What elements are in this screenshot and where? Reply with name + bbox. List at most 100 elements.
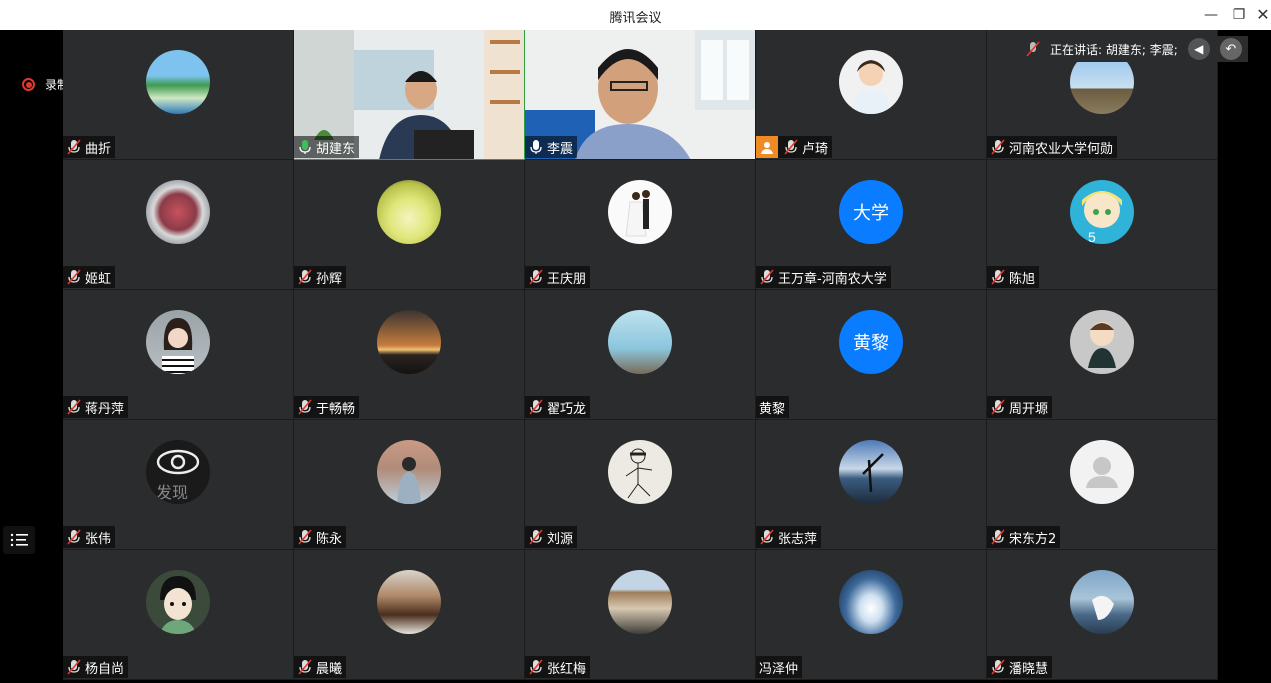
name-tag: 潘晓慧: [987, 656, 1053, 678]
mic-muted-icon[interactable]: [783, 139, 799, 155]
participant-tile[interactable]: 刘源: [525, 420, 756, 550]
participant-tile[interactable]: 曲折: [63, 30, 294, 160]
participant-name: 陈旭: [1009, 271, 1036, 287]
participant-tile[interactable]: 翟巧龙: [525, 290, 756, 420]
mic-on-icon[interactable]: [297, 139, 313, 155]
avatar: [608, 570, 672, 634]
mic-muted-icon: [1026, 41, 1040, 57]
mic-muted-icon[interactable]: [66, 399, 82, 415]
participant-tile[interactable]: 于畅畅: [294, 290, 525, 420]
participant-name: 姬虹: [85, 271, 112, 287]
participant-tile[interactable]: 张红梅: [525, 550, 756, 680]
mic-muted-icon[interactable]: [759, 269, 775, 285]
participant-tile[interactable]: 王庆朋: [525, 160, 756, 290]
avatar: [1070, 310, 1134, 374]
participant-tile[interactable]: 陈永: [294, 420, 525, 550]
name-tag: 周开塬: [987, 396, 1053, 418]
mic-muted-icon[interactable]: [297, 529, 313, 545]
participant-tile[interactable]: 周开塬: [987, 290, 1218, 420]
participant-name: 冯泽仲: [759, 661, 799, 677]
avatar: [608, 180, 672, 244]
minimize-icon[interactable]: —: [1200, 4, 1222, 26]
avatar: [377, 440, 441, 504]
name-tag: 于畅畅: [294, 396, 360, 418]
participant-tile[interactable]: 发现 张伟: [63, 420, 294, 550]
mic-on-icon[interactable]: [528, 139, 544, 155]
avatar: 黄黎: [839, 310, 903, 374]
participant-name: 杨自尚: [85, 661, 125, 677]
host-icon: [756, 136, 778, 158]
avatar: [608, 310, 672, 374]
mic-muted-icon[interactable]: [528, 659, 544, 675]
mic-muted-icon[interactable]: [990, 139, 1006, 155]
participant-name: 卢琦: [802, 141, 829, 157]
participant-list-button[interactable]: [3, 526, 35, 554]
name-tag: 胡建东: [294, 136, 360, 158]
participant-tile[interactable]: 5 陈旭: [987, 160, 1218, 290]
avatar: [146, 50, 210, 114]
reply-icon[interactable]: ↶: [1219, 38, 1242, 60]
mic-muted-icon[interactable]: [66, 139, 82, 155]
participant-name: 王万章-河南农大学: [778, 271, 887, 287]
name-tag: 黄黎: [756, 396, 790, 418]
name-tag: 宋东方2: [987, 526, 1061, 548]
name-tag: 曲折: [63, 136, 116, 158]
mic-muted-icon[interactable]: [990, 269, 1006, 285]
name-tag: 王万章-河南农大学: [756, 266, 891, 288]
mic-muted-icon[interactable]: [528, 269, 544, 285]
mic-muted-icon[interactable]: [297, 659, 313, 675]
name-tag: 冯泽仲: [756, 656, 803, 678]
participant-tile[interactable]: 孙辉: [294, 160, 525, 290]
mic-muted-icon[interactable]: [990, 659, 1006, 675]
participant-name: 张红梅: [547, 661, 587, 677]
mic-muted-icon[interactable]: [528, 529, 544, 545]
participant-name: 宋东方2: [1009, 531, 1057, 547]
participant-name: 于畅畅: [316, 401, 356, 417]
participant-name: 张伟: [85, 531, 112, 547]
mic-muted-icon[interactable]: [528, 399, 544, 415]
participant-name: 胡建东: [316, 141, 356, 157]
mic-muted-icon[interactable]: [297, 399, 313, 415]
participant-tile[interactable]: 张志萍: [756, 420, 987, 550]
avatar: [146, 180, 210, 244]
avatar: [839, 50, 903, 114]
list-icon: [10, 533, 28, 547]
avatar: [839, 570, 903, 634]
participant-name: 河南农业大学何勋: [1009, 141, 1114, 157]
participant-tile[interactable]: 杨自尚: [63, 550, 294, 680]
name-tag: 刘源: [525, 526, 578, 548]
participant-tile[interactable]: 姬虹: [63, 160, 294, 290]
mic-muted-icon[interactable]: [66, 659, 82, 675]
participant-tile[interactable]: 晨曦: [294, 550, 525, 680]
participant-tile[interactable]: 黄黎 黄黎: [756, 290, 987, 420]
participant-tile[interactable]: 李震: [525, 30, 756, 160]
participant-tile[interactable]: 潘晓慧: [987, 550, 1218, 680]
mic-muted-icon[interactable]: [990, 529, 1006, 545]
name-tag: 陈永: [294, 526, 347, 548]
participant-tile[interactable]: 卢琦: [756, 30, 987, 160]
name-tag: 陈旭: [987, 266, 1040, 288]
participant-name: 孙辉: [316, 271, 343, 287]
arrow-left-icon[interactable]: ◀: [1187, 38, 1210, 60]
name-tag: 张红梅: [525, 656, 591, 678]
mic-muted-icon[interactable]: [66, 529, 82, 545]
mic-muted-icon[interactable]: [66, 269, 82, 285]
close-icon[interactable]: ✕: [1252, 4, 1271, 26]
restore-icon[interactable]: ❐: [1228, 4, 1250, 26]
avatar: [1070, 570, 1134, 634]
participant-name: 曲折: [85, 141, 112, 157]
participant-tile[interactable]: 蒋丹萍: [63, 290, 294, 420]
mic-muted-icon[interactable]: [759, 529, 775, 545]
participant-tile[interactable]: 宋东方2: [987, 420, 1218, 550]
mic-muted-icon[interactable]: [297, 269, 313, 285]
name-tag: 姬虹: [63, 266, 116, 288]
name-tag: 孙辉: [294, 266, 347, 288]
participant-name: 王庆朋: [547, 271, 587, 287]
participant-tile[interactable]: 冯泽仲: [756, 550, 987, 680]
mic-muted-icon[interactable]: [990, 399, 1006, 415]
speaking-indicator: 正在讲话: 胡建东; 李震; ◀ ↶: [1020, 36, 1248, 62]
participant-tile[interactable]: 大学 王万章-河南农大学: [756, 160, 987, 290]
participant-tile[interactable]: 胡建东: [294, 30, 525, 160]
avatar: [608, 440, 672, 504]
participant-grid: 曲折 胡建东 李震 卢琦 河南农业大学何勋姬虹 孙辉 王庆朋 大学 王万章-河南农大学 5 陈旭蒋丹…: [63, 30, 1220, 680]
